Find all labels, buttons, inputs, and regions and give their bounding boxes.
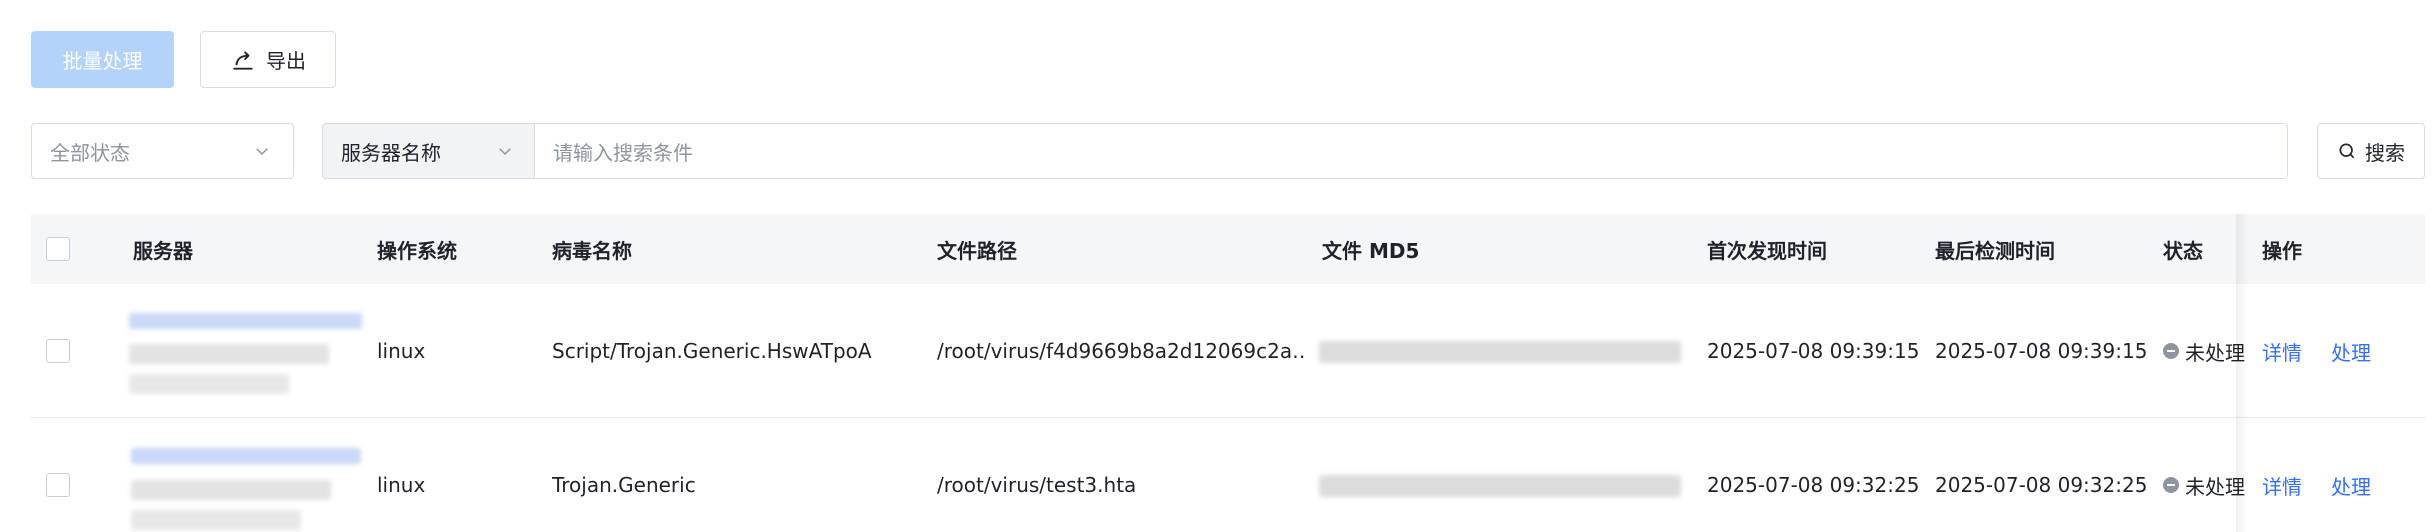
first-seen-cell: 2025-07-08 09:32:25	[1707, 473, 1920, 497]
last-check-cell: 2025-07-08 09:39:15	[1935, 339, 2148, 363]
column-header-md5: 文件 MD5	[1322, 238, 1420, 263]
server-cell[interactable]	[129, 438, 369, 532]
redacted-md5	[1319, 341, 1681, 363]
os-cell: linux	[377, 473, 426, 497]
os-cell: linux	[377, 339, 426, 363]
file-path-cell: /root/virus/f4d9669b8a2d12069c2a…	[937, 339, 1307, 363]
handle-link[interactable]: 处理	[2331, 471, 2371, 500]
column-header-path: 文件路径	[937, 238, 1017, 263]
chevron-down-icon	[256, 148, 268, 156]
export-button[interactable]: 导出	[200, 31, 336, 88]
column-header-ops: 操作	[2262, 238, 2302, 263]
search-icon	[2339, 143, 2355, 159]
table-row: linux Trojan.Generic /root/virus/test3.h…	[31, 418, 2425, 532]
row-checkbox[interactable]	[46, 339, 70, 363]
search-field-select[interactable]: 服务器名称	[322, 123, 534, 179]
handle-link[interactable]: 处理	[2331, 337, 2371, 366]
search-placeholder: 请输入搜索条件	[553, 140, 693, 165]
share-export-icon	[233, 50, 253, 70]
fixed-column-shadow	[2236, 214, 2248, 532]
column-header-status: 状态	[2163, 238, 2203, 263]
status-pending-icon	[2163, 477, 2179, 493]
redacted-server-ip	[131, 480, 331, 500]
redacted-server-ip	[129, 374, 289, 394]
last-check-cell: 2025-07-08 09:32:25	[1935, 473, 2148, 497]
search-field-value: 服务器名称	[341, 140, 441, 165]
redacted-server-link	[129, 313, 362, 329]
column-header-last-check: 最后检测时间	[1935, 238, 2055, 263]
chevron-down-icon	[499, 148, 511, 156]
redacted-md5	[1319, 475, 1681, 497]
redacted-server-ip	[129, 344, 329, 364]
column-header-server: 服务器	[133, 238, 193, 263]
server-cell[interactable]	[129, 304, 369, 404]
redacted-server-ip	[131, 510, 301, 530]
status-filter-value: 全部状态	[50, 140, 130, 165]
export-label: 导出	[266, 49, 306, 73]
detail-link[interactable]: 详情	[2262, 471, 2302, 500]
table-row: linux Script/Trojan.Generic.HswATpoA /ro…	[31, 284, 2425, 418]
status-filter-select[interactable]: 全部状态	[31, 123, 294, 179]
batch-process-button[interactable]: 批量处理	[31, 31, 174, 88]
file-path-cell: /root/virus/test3.hta	[937, 473, 1137, 497]
search-button[interactable]: 搜索	[2317, 123, 2425, 179]
first-seen-cell: 2025-07-08 09:39:15	[1707, 339, 1920, 363]
search-label: 搜索	[2365, 140, 2405, 165]
table-header: 服务器 操作系统 病毒名称 文件路径 文件 MD5 首次发现时间 最后检测时间 …	[31, 214, 2425, 284]
row-checkbox[interactable]	[46, 473, 70, 497]
virus-name-cell: Script/Trojan.Generic.HswATpoA	[552, 339, 872, 363]
virus-name-cell: Trojan.Generic	[552, 473, 696, 497]
batch-process-label: 批量处理	[62, 49, 143, 73]
column-header-virus: 病毒名称	[552, 238, 632, 263]
detail-link[interactable]: 详情	[2262, 337, 2302, 366]
status-pending-icon	[2163, 343, 2179, 359]
redacted-server-link	[131, 448, 361, 464]
search-input[interactable]: 请输入搜索条件	[534, 123, 2288, 179]
column-header-first-seen: 首次发现时间	[1707, 238, 1827, 263]
select-all-checkbox[interactable]	[46, 237, 70, 261]
column-header-os: 操作系统	[377, 238, 457, 263]
